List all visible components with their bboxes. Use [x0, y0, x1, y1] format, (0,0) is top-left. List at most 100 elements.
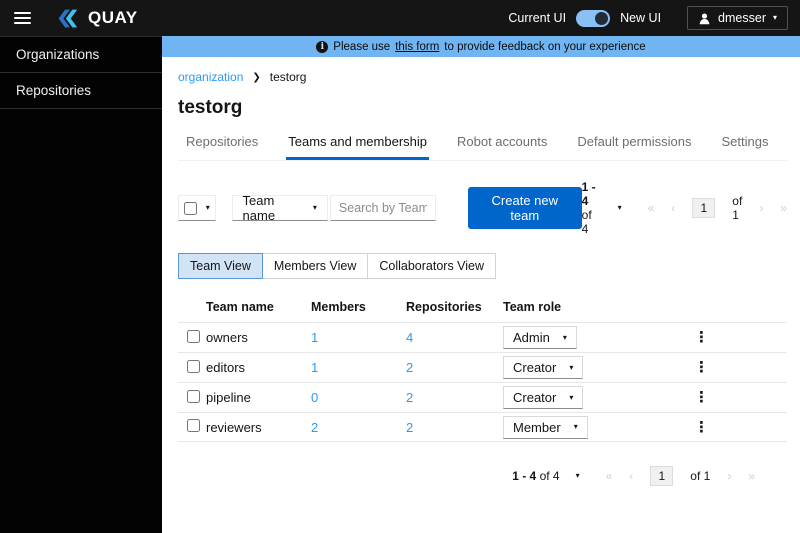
tab-robot-accounts[interactable]: Robot accounts [455, 130, 549, 160]
last-page-icon[interactable]: » [780, 201, 787, 215]
pagination-range: 1 - 4 of 4 [582, 180, 602, 236]
collaborators-view-toggle[interactable]: Collaborators View [368, 253, 497, 279]
next-page-icon[interactable]: › [727, 469, 731, 483]
pagination-nav: « ‹ of 1 › » [606, 466, 755, 486]
chevron-down-icon: ▾ [205, 203, 210, 212]
col-header-team-name: Team name [206, 300, 274, 314]
pagination-range-numbers: 1 - 4 [512, 469, 537, 483]
repositories-count-link[interactable]: 2 [406, 360, 413, 375]
breadcrumb-organization-link[interactable]: organization [178, 70, 243, 84]
ui-toggle-switch[interactable] [576, 9, 611, 27]
create-new-team-button[interactable]: Create new team [467, 187, 582, 229]
team-role-select[interactable]: Creator ▾ [503, 386, 584, 409]
pagination-range-numbers: 1 - 4 [581, 180, 596, 208]
pagination-range-total: of 4 [581, 208, 592, 236]
sidebar-item-repositories[interactable]: Repositories [0, 73, 162, 109]
quay-logo[interactable]: QUAY [54, 8, 138, 29]
col-header-repositories: Repositories [406, 300, 482, 314]
next-page-icon[interactable]: › [759, 201, 763, 215]
team-role-select[interactable]: Member ▾ [503, 415, 588, 439]
user-menu-dropdown[interactable]: dmesser ▾ [687, 6, 788, 30]
chevron-down-icon: ▾ [312, 203, 317, 212]
row-checkbox[interactable] [187, 419, 200, 432]
team-name-cell: pipeline [206, 390, 251, 405]
row-checkbox[interactable] [187, 359, 200, 373]
user-icon [699, 12, 710, 24]
first-page-icon[interactable]: « [648, 201, 655, 215]
members-count-link[interactable]: 2 [311, 420, 318, 435]
pagination-range: 1 - 4 of 4 [512, 469, 559, 483]
team-view-toggle[interactable]: Team View [178, 253, 263, 279]
sidebar-nav: Organizations Repositories [0, 36, 162, 533]
team-role-value: Member [513, 419, 561, 435]
filter-select-value: Team name [242, 193, 276, 223]
row-kebab-icon[interactable]: ⋮ [694, 389, 709, 406]
main-area: i Please use this form to provide feedba… [162, 36, 800, 533]
team-search-input[interactable] [329, 195, 436, 221]
username: dmesser [718, 11, 766, 25]
app-header: QUAY Current UI New UI dmesser ▾ [0, 0, 800, 36]
team-name-cell: reviewers [206, 419, 262, 435]
team-role-select[interactable]: Admin ▾ [503, 326, 577, 349]
col-header-team-role: Team role [503, 300, 562, 314]
team-name-cell: editors [206, 360, 246, 375]
chevron-down-icon: ▾ [569, 392, 574, 402]
new-ui-label: New UI [620, 11, 662, 25]
row-checkbox[interactable] [187, 329, 200, 343]
members-count-link[interactable]: 0 [311, 390, 318, 405]
header-right: Current UI New UI dmesser ▾ [508, 6, 788, 30]
info-icon: i [316, 40, 329, 53]
pagination-bottom: 1 - 4 of 4 ▾ « ‹ of 1 › » [178, 466, 755, 486]
total-pages-label: of 1 [690, 469, 711, 483]
tab-settings[interactable]: Settings [720, 130, 771, 160]
banner-text-prefix: Please use [333, 40, 391, 53]
row-kebab-icon[interactable]: ⋮ [694, 359, 709, 376]
switch-knob [595, 11, 609, 25]
repositories-count-link[interactable]: 2 [406, 420, 413, 435]
members-view-toggle[interactable]: Members View [262, 253, 369, 279]
teams-table: Team name Members Repositories Team role… [178, 294, 787, 442]
table-header-row: Team name Members Repositories Team role [178, 294, 787, 322]
current-page-input[interactable] [692, 198, 716, 218]
hamburger-menu-icon[interactable] [14, 12, 32, 24]
team-role-value: Creator [513, 390, 557, 405]
prev-page-icon[interactable]: ‹ [629, 469, 633, 483]
table-row: pipeline 0 2 Creator ▾ ⋮ [178, 382, 787, 412]
tab-default-permissions[interactable]: Default permissions [575, 130, 693, 160]
chevron-down-icon: ▾ [573, 422, 578, 431]
row-checkbox[interactable] [187, 389, 200, 403]
members-count-link[interactable]: 1 [311, 330, 318, 345]
prev-page-icon[interactable]: ‹ [671, 201, 675, 215]
last-page-icon[interactable]: » [748, 469, 755, 483]
page-title: testorg [178, 97, 243, 118]
tab-teams-and-membership[interactable]: Teams and membership [286, 130, 429, 160]
total-pages-label: of 1 [732, 194, 743, 222]
tab-repositories[interactable]: Repositories [184, 130, 260, 160]
filter-column-select[interactable]: Team name ▾ [231, 193, 328, 223]
row-kebab-icon[interactable]: ⋮ [694, 419, 709, 436]
view-toggle-group: Team View Members View Collaborators Vie… [178, 253, 787, 279]
members-count-link[interactable]: 1 [311, 360, 318, 375]
chevron-down-icon: ▾ [569, 362, 574, 372]
pagination-menu-caret-icon[interactable]: ▾ [618, 204, 622, 212]
pagination-top: 1 - 4 of 4 ▾ « ‹ of 1 › » [582, 180, 787, 236]
pagination-menu-caret-icon[interactable]: ▾ [576, 472, 580, 480]
feedback-form-link[interactable]: this form [395, 41, 439, 53]
bulk-select-checkbox[interactable] [183, 201, 197, 215]
repositories-count-link[interactable]: 4 [406, 330, 413, 345]
breadcrumb-current: testorg [269, 70, 307, 84]
repositories-count-link[interactable]: 2 [406, 390, 413, 405]
pagination-range-total: of 4 [539, 469, 560, 483]
sidebar-item-organizations[interactable]: Organizations [0, 36, 162, 73]
current-page-input[interactable] [650, 466, 674, 486]
bulk-select-dropdown[interactable]: ▾ [178, 195, 216, 221]
chevron-down-icon: ▾ [772, 13, 777, 22]
row-kebab-icon[interactable]: ⋮ [694, 329, 709, 346]
brand-name: QUAY [88, 8, 138, 27]
current-ui-label: Current UI [508, 11, 567, 25]
col-header-members: Members [311, 300, 366, 314]
table-row: editors 1 2 Creator ▾ ⋮ [178, 352, 787, 382]
first-page-icon[interactable]: « [606, 469, 613, 483]
team-role-select[interactable]: Creator ▾ [503, 356, 584, 379]
table-row: owners 1 4 Admin ▾ ⋮ [178, 322, 787, 352]
